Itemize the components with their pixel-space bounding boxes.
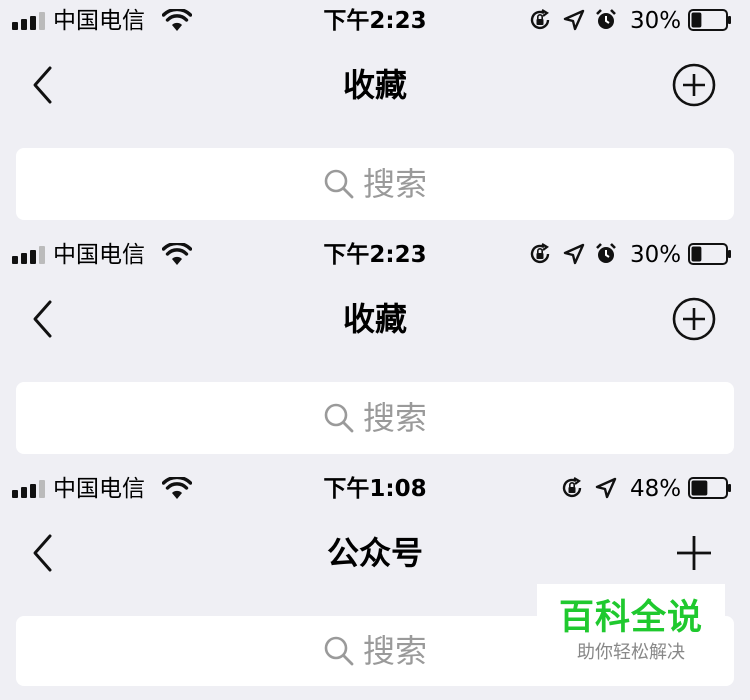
plus-icon[interactable] — [671, 530, 717, 576]
battery-icon — [688, 477, 731, 499]
page-title: 收藏 — [342, 300, 407, 338]
search-placeholder: 搜索 — [362, 165, 427, 203]
screen-favorites-1: 中国电信 下午2:23 30% 收藏 搜索 — [0, 0, 750, 234]
navigation-bar: 收藏 — [0, 284, 750, 354]
search-icon — [324, 403, 354, 433]
search-inner: 搜索 — [16, 148, 734, 220]
location-arrow-icon — [563, 243, 585, 265]
battery-percentage: 30% — [630, 242, 682, 268]
navigation-bar: 公众号 — [0, 518, 750, 588]
status-bar: 中国电信 下午1:08 48% — [0, 468, 750, 510]
navigation-bar: 收藏 — [0, 50, 750, 120]
alarm-clock-icon — [596, 9, 616, 29]
alarm-clock-icon — [596, 243, 616, 263]
search-placeholder: 搜索 — [362, 399, 427, 437]
battery-icon — [688, 243, 731, 265]
search-icon — [324, 169, 354, 199]
battery-icon — [688, 9, 731, 31]
rotation-lock-icon — [530, 9, 550, 30]
watermark-title: 百科全说 — [558, 598, 703, 638]
status-bar: 中国电信 下午2:23 30% — [0, 234, 750, 276]
search-bar[interactable]: 搜索 — [16, 148, 734, 220]
search-inner: 搜索 — [16, 382, 734, 454]
page-title: 收藏 — [342, 66, 407, 104]
location-arrow-icon — [595, 477, 617, 499]
battery-percentage: 48% — [630, 476, 682, 502]
location-arrow-icon — [563, 9, 585, 31]
search-bar[interactable]: 搜索 — [16, 382, 734, 454]
search-icon — [324, 636, 354, 666]
status-bar: 中国电信 下午2:23 30% — [0, 0, 750, 42]
screen-favorites-2: 中国电信 下午2:23 30% 收藏 搜索 — [0, 234, 750, 468]
watermark: 百科全说 助你轻松解决 — [537, 584, 725, 670]
circle-plus-icon[interactable] — [671, 62, 717, 108]
watermark-subtitle: 助你轻松解决 — [577, 642, 685, 663]
rotation-lock-icon — [562, 477, 582, 498]
rotation-lock-icon — [530, 243, 550, 264]
search-placeholder: 搜索 — [362, 632, 427, 670]
battery-percentage: 30% — [630, 8, 682, 34]
circle-plus-icon[interactable] — [671, 296, 717, 342]
page-title: 公众号 — [326, 534, 423, 572]
